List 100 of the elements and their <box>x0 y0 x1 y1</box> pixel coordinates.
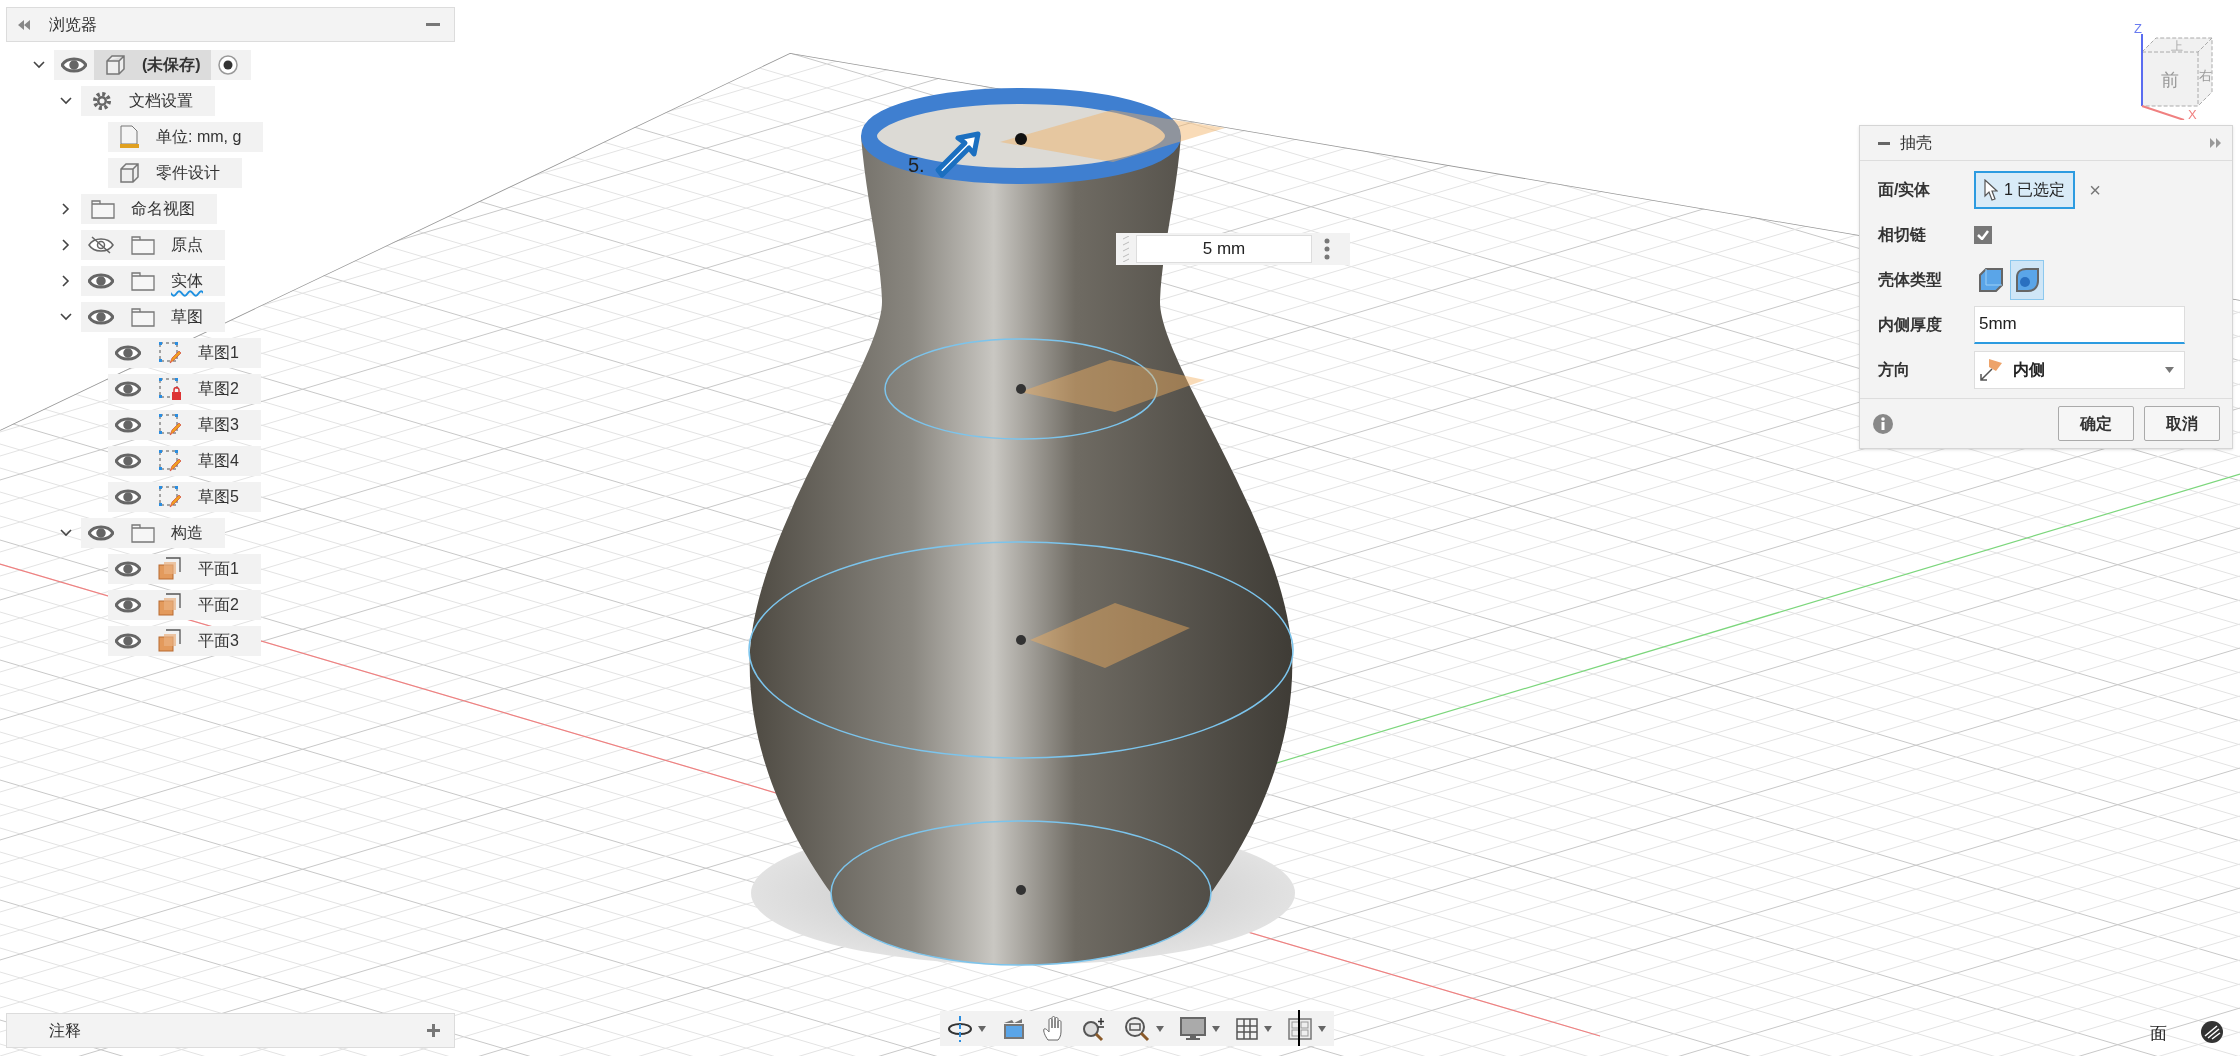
axis-label: Z <box>2134 21 2142 36</box>
plane-icon <box>158 629 182 653</box>
eye-icon[interactable] <box>115 596 141 614</box>
tree-item[interactable]: 草图2 <box>108 374 261 404</box>
caret-icon <box>2165 366 2174 373</box>
tree-item[interactable]: 草图 <box>81 302 225 332</box>
filter-icon[interactable] <box>2200 1020 2224 1044</box>
eye-icon[interactable] <box>115 452 141 470</box>
orbit-icon[interactable] <box>948 1015 972 1042</box>
caret-icon[interactable] <box>1156 1025 1164 1032</box>
direction-arrow-icon <box>1979 357 2003 382</box>
tree-item[interactable]: 构造 <box>81 518 225 548</box>
eye-icon[interactable] <box>115 416 141 434</box>
chevron-down-icon[interactable] <box>60 95 72 107</box>
tree-item[interactable]: 平面3 <box>108 626 261 656</box>
eye-icon[interactable] <box>115 488 141 506</box>
caret-icon[interactable] <box>1264 1025 1272 1032</box>
display-icon[interactable] <box>1180 1016 1206 1041</box>
selection-filter-label[interactable]: 面 <box>2150 1021 2167 1047</box>
look-at-icon[interactable] <box>1002 1016 1026 1041</box>
tree-item[interactable]: 平面1 <box>108 554 261 584</box>
add-icon[interactable] <box>427 1024 440 1037</box>
eye-icon[interactable] <box>61 56 87 74</box>
hidden-eye-icon[interactable] <box>88 236 114 254</box>
field-label: 壳体类型 <box>1878 269 1943 290</box>
eye-icon[interactable] <box>88 272 114 290</box>
dimension-label: 5. <box>908 154 925 176</box>
tree-item[interactable]: 实体 <box>81 266 225 296</box>
chevron-down-icon[interactable] <box>33 59 45 71</box>
folder-icon <box>131 271 155 291</box>
eye-icon[interactable] <box>115 380 141 398</box>
tree-item[interactable]: 平面2 <box>108 590 261 620</box>
field-label: 面/实体 <box>1878 179 1932 200</box>
minimize-icon[interactable] <box>1878 141 1890 145</box>
info-icon[interactable] <box>1872 412 1894 435</box>
panel-title: 注释 <box>49 1020 81 1041</box>
chevron-right-icon[interactable] <box>60 275 72 287</box>
checkbox[interactable] <box>1974 225 1992 244</box>
folder-icon <box>131 235 155 255</box>
eye-icon[interactable] <box>115 560 141 578</box>
folder-icon <box>131 523 155 543</box>
center-point <box>1016 384 1026 394</box>
center-point <box>1015 133 1027 145</box>
tree-item[interactable]: 草图3 <box>108 410 261 440</box>
cube-icon <box>104 54 126 76</box>
tree-item[interactable]: (未保存) <box>54 50 251 80</box>
viewports-icon[interactable] <box>1288 1017 1312 1040</box>
tree-item[interactable]: 单位: mm, g <box>108 122 264 152</box>
tree-item[interactable]: 零件设计 <box>108 158 242 188</box>
folder-icon <box>91 199 115 219</box>
caret-icon[interactable] <box>978 1025 986 1032</box>
document-ruler-icon <box>118 125 140 149</box>
cancel-button[interactable]: 取消 <box>2144 406 2220 441</box>
rounded-shell-button[interactable] <box>2010 259 2044 300</box>
tree-item[interactable]: 命名视图 <box>81 194 217 224</box>
tree-item[interactable]: 草图5 <box>108 482 261 512</box>
grid-icon[interactable] <box>1236 1017 1258 1040</box>
folder-icon <box>131 307 155 327</box>
zoom-window-icon[interactable] <box>1124 1015 1150 1042</box>
clear-button[interactable]: × <box>2089 174 2102 205</box>
plane-icon <box>158 557 182 581</box>
tree-item[interactable]: 文档设置 <box>81 86 215 116</box>
grip-icon[interactable] <box>1122 236 1130 262</box>
more-icon[interactable] <box>1324 238 1330 260</box>
center-point <box>1016 885 1026 895</box>
caret-icon[interactable] <box>1318 1025 1326 1032</box>
minimize-icon[interactable] <box>426 22 440 27</box>
tree-item[interactable]: 草图4 <box>108 446 261 476</box>
item-label: 实体 <box>171 271 203 291</box>
eye-icon[interactable] <box>88 524 114 542</box>
field-label: 相切链 <box>1878 224 1927 245</box>
eye-icon[interactable] <box>115 632 141 650</box>
input-field[interactable]: 5 mm <box>1136 235 1312 263</box>
direction-dropdown[interactable]: 内侧 <box>1974 350 2185 389</box>
tree-item[interactable]: 草图1 <box>108 338 261 368</box>
cube-icon <box>118 162 140 184</box>
chevron-right-icon[interactable] <box>60 203 72 215</box>
field-label: 内侧厚度 <box>1878 314 1943 335</box>
selection-button[interactable]: 1 已选定 <box>1974 170 2076 209</box>
drag-arrow-icon[interactable] <box>935 131 981 178</box>
gear-icon <box>91 90 113 112</box>
chevron-down-icon[interactable] <box>60 311 72 323</box>
caret-icon[interactable] <box>1212 1025 1220 1032</box>
thickness-input[interactable]: 5mm <box>1974 305 2185 344</box>
cursor-arrow-icon <box>1984 178 1998 201</box>
tree-item[interactable]: 原点 <box>81 230 225 260</box>
chevron-down-icon[interactable] <box>60 527 72 539</box>
plane-icon <box>158 593 182 617</box>
dialog-title: 抽壳 <box>1900 133 1932 153</box>
ok-button[interactable]: 确定 <box>2058 406 2134 441</box>
text-cursor <box>1298 1010 1300 1046</box>
center-point <box>1016 635 1026 645</box>
field-label: 方向 <box>1878 359 1911 380</box>
expand-icon[interactable] <box>2210 138 2222 148</box>
axis-label: X <box>2188 107 2197 120</box>
eye-icon[interactable] <box>88 308 114 326</box>
eye-icon[interactable] <box>115 344 141 362</box>
collapse-icon[interactable] <box>17 18 31 31</box>
radio-icon[interactable] <box>216 54 239 76</box>
chevron-right-icon[interactable] <box>60 239 72 251</box>
